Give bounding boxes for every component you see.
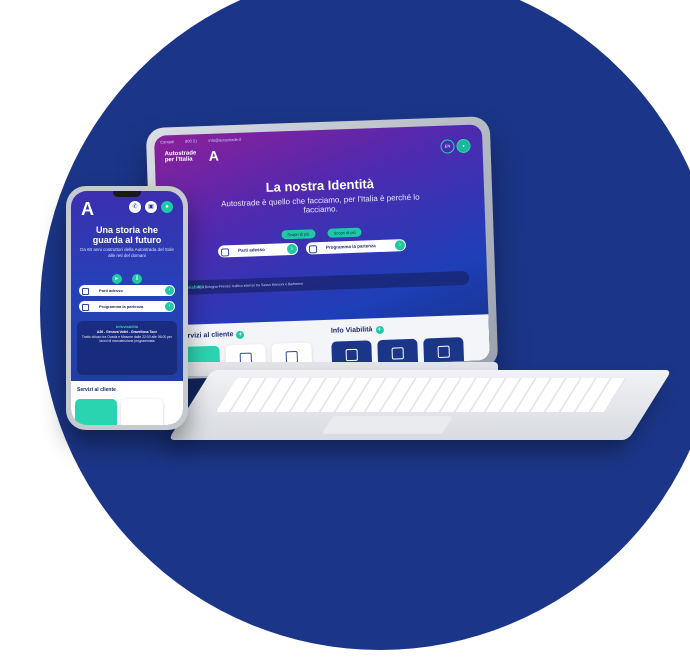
trackpad: [321, 416, 454, 434]
phone-hero-subtitle: Da 60 anni costruttori della Autostrada …: [80, 247, 174, 258]
phone-services-title: Servizi al cliente: [77, 387, 116, 393]
keyboard-keys: [215, 378, 627, 412]
arrow-right-icon[interactable]: ›: [394, 240, 406, 251]
search-depart-label: Parti adesso: [237, 246, 265, 253]
phone-screen: A ✆ ▣ ● Una storia che guarda al futuro …: [71, 191, 183, 425]
hero-subtitle: Autostrade è quello che facciamo, per l'…: [220, 192, 420, 215]
route-icon: [391, 347, 404, 360]
calendar-icon: [82, 303, 89, 311]
phone-lower-section: Servizi al cliente: [71, 381, 183, 425]
phone-search-plan-departure[interactable]: Programma la partenza ›: [79, 301, 175, 312]
user-icon[interactable]: ●: [456, 138, 471, 154]
tablet-logo-text[interactable]: Autostrade per l'Italia: [165, 150, 197, 163]
phone-hero-title: Una storia che guarda al futuro: [71, 225, 183, 245]
arrow-right-icon[interactable]: ›: [165, 302, 174, 311]
search-plan-departure[interactable]: Programma la partenza ›: [305, 239, 407, 255]
arrow-right-icon[interactable]: ›: [165, 286, 174, 295]
arrow-right-icon[interactable]: ›: [286, 243, 298, 255]
logo-line2: per l'Italia: [164, 156, 193, 164]
tablet-topbar: Contatti 800 51 info@autostrade.it: [160, 129, 476, 147]
phone-info-panel[interactable]: Infoviabilità A26 - Genova Voltri - Grav…: [77, 321, 177, 375]
play-icon[interactable]: ▸: [111, 274, 122, 284]
phone-info-text: Tratto chiuso tra Ovada e Masone dalle 2…: [81, 334, 173, 344]
topbar-contacts[interactable]: Contatti: [160, 139, 174, 144]
tablet-device: Contatti 800 51 info@autostrade.it Autos…: [145, 116, 499, 380]
phone-hero-title-line2: guarda al futuro: [92, 235, 162, 245]
lock-icon[interactable]: ▣: [145, 201, 157, 213]
settings-icon: [437, 345, 450, 359]
phone-search-depart-now[interactable]: Parti adesso ›: [79, 285, 175, 296]
search-plan-label: Programma la partenza: [325, 243, 376, 250]
phone-icon[interactable]: ✆: [129, 201, 141, 213]
plus-icon[interactable]: +: [375, 325, 384, 335]
keyboard-device: [168, 370, 672, 440]
calendar-icon: [82, 287, 89, 295]
search-depart-now[interactable]: Parti adesso ›: [217, 242, 299, 258]
traffic-text: A1 - Bologna-Firenze: traffico intenso t…: [197, 281, 304, 290]
calendar-icon: [308, 245, 318, 254]
plus-icon[interactable]: +: [236, 330, 245, 340]
phone-search-plan-label: Programma la partenza: [99, 304, 144, 309]
traffic-banner[interactable]: Infoviabilità A1 - Bologna-Firenze: traf…: [167, 270, 470, 296]
pause-icon[interactable]: ‖: [132, 274, 143, 284]
phone-hero-title-line1: Una storia che: [95, 225, 159, 235]
topbar-email[interactable]: info@autostrade.it: [208, 137, 241, 143]
user-icon[interactable]: ●: [161, 201, 173, 213]
hero-chip-2[interactable]: Scopri di più: [327, 227, 362, 238]
hero-chip-1[interactable]: Scopri di più: [281, 229, 316, 240]
phone-device: A ✆ ▣ ● Una storia che guarda al futuro …: [66, 186, 188, 430]
calendar-icon: [220, 248, 230, 257]
phone-hero-actions: ▸ ‖: [71, 267, 183, 285]
phone-logo-mark-icon[interactable]: A: [81, 199, 94, 220]
tablet-screen: Contatti 800 51 info@autostrade.it Autos…: [153, 124, 491, 372]
phone-service-card-2[interactable]: [121, 399, 163, 425]
viability-title-text: Info Viabilità: [330, 326, 373, 335]
phone-service-card-1[interactable]: [75, 399, 117, 425]
topbar-phone[interactable]: 800 51: [185, 138, 197, 143]
hero-title: La nostra Identità: [265, 176, 375, 195]
phone-notch: [113, 191, 141, 197]
phone-search-depart-label: Parti adesso: [99, 288, 123, 293]
chat-icon: [345, 348, 358, 362]
logo-mark-icon: A: [208, 147, 220, 164]
language-button[interactable]: EN: [440, 139, 455, 154]
